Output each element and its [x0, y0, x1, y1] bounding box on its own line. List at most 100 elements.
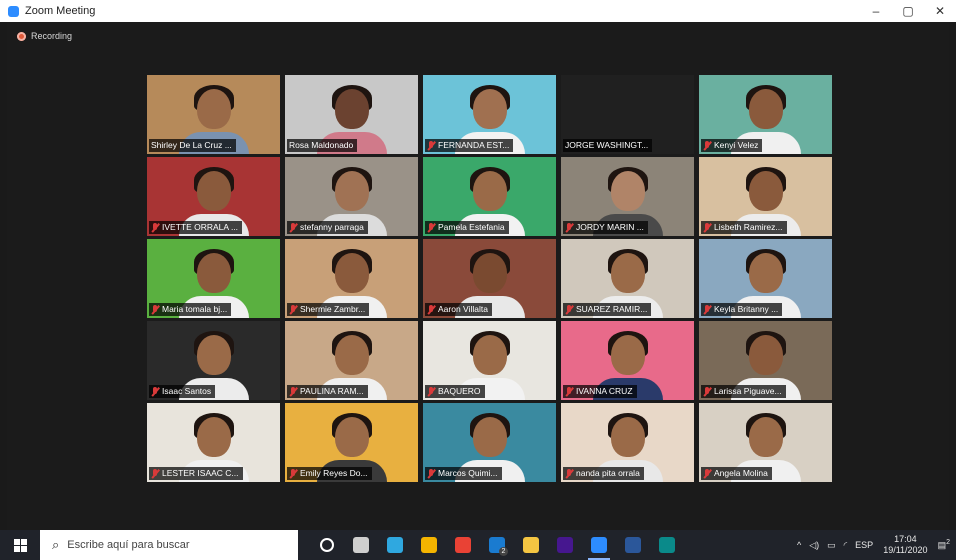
participant-tile[interactable]: Shirley De La Cruz ... [147, 75, 280, 154]
participant-tile[interactable]: Aaron Villalta [423, 239, 556, 318]
edge-icon[interactable] [378, 530, 412, 560]
participant-tile[interactable]: BAQUERO [423, 321, 556, 400]
participant-name-label: Shermie Zambr... [287, 303, 370, 316]
word-glyph [625, 537, 641, 553]
edge-new-icon[interactable] [650, 530, 684, 560]
participant-name: Lisbeth Ramirez... [714, 222, 783, 232]
recording-indicator[interactable]: Recording [17, 31, 72, 41]
mic-muted-icon [703, 222, 711, 233]
participant-name: Shirley De La Cruz ... [151, 140, 232, 150]
participant-name: Pamela Estefania [438, 222, 505, 232]
zoom-app-icon [8, 5, 19, 17]
participant-name-label: IVANNA CRUZ [563, 385, 637, 398]
kahoot-glyph [557, 537, 573, 553]
mic-muted-icon [703, 468, 711, 479]
participant-tile[interactable]: Keyla Britanny ... [699, 239, 832, 318]
participant-tile[interactable]: IVETTE ORRALA ... [147, 157, 280, 236]
participant-face [334, 417, 369, 457]
cortana-icon[interactable] [310, 530, 344, 560]
participant-tile[interactable]: FERNANDA EST... [423, 75, 556, 154]
maximize-button[interactable]: ▢ [892, 0, 924, 22]
edge-new-glyph [659, 537, 675, 553]
mic-muted-icon [427, 386, 435, 397]
cortana-glyph [320, 538, 334, 552]
participant-name: stefanny parraga [300, 222, 364, 232]
participant-name-label: JORGE WASHINGT... [563, 139, 653, 152]
participant-name: nanda pita orrala [576, 468, 640, 478]
participant-face [472, 171, 507, 211]
participant-name: Aaron Villalta [438, 304, 488, 314]
store-icon[interactable] [412, 530, 446, 560]
mail-icon[interactable]: 2 [480, 530, 514, 560]
participant-face [610, 171, 645, 211]
start-button[interactable] [0, 530, 40, 560]
kahoot-icon[interactable] [548, 530, 582, 560]
word-icon[interactable] [616, 530, 650, 560]
participant-face [472, 89, 507, 129]
battery-icon[interactable]: ▭ [827, 540, 836, 551]
participant-name: LESTER ISAAC C... [162, 468, 239, 478]
windows-icon [13, 538, 27, 552]
mic-muted-icon [427, 140, 435, 151]
edge-glyph [387, 537, 403, 553]
participant-tile[interactable]: JORDY MARIN ... [561, 157, 694, 236]
participant-tile[interactable]: Angela Molina [699, 403, 832, 482]
store-glyph [421, 537, 437, 553]
participant-tile[interactable]: Shermie Zambr... [285, 239, 418, 318]
participant-tile[interactable]: stefanny parraga [285, 157, 418, 236]
participant-name: Rosa Maldonado [289, 140, 354, 150]
zoom-glyph [591, 537, 607, 553]
folder-icon[interactable] [514, 530, 548, 560]
participant-name-label: SUAREZ RAMIR... [563, 303, 652, 316]
participant-tile[interactable]: nanda pita orrala [561, 403, 694, 482]
chrome-icon[interactable] [446, 530, 480, 560]
participant-face [748, 171, 783, 211]
participant-name-label: Aaron Villalta [425, 303, 492, 316]
participant-face [748, 417, 783, 457]
zoom-icon[interactable] [582, 530, 616, 560]
taskbar-search[interactable]: ⌕ Escribe aquí para buscar [40, 530, 298, 560]
participant-face [334, 253, 369, 293]
wifi-icon[interactable]: ◜ [844, 540, 848, 551]
language-indicator[interactable]: ESP [855, 540, 873, 550]
participant-tile[interactable]: PAULINA RAM... [285, 321, 418, 400]
participant-tile[interactable]: JORGE WASHINGT... [561, 75, 694, 154]
search-placeholder: Escribe aquí para buscar [67, 539, 190, 551]
search-icon: ⌕ [52, 537, 60, 552]
participant-tile[interactable]: Marcos Quimi... [423, 403, 556, 482]
participant-tile[interactable]: Rosa Maldonado [285, 75, 418, 154]
participant-name-label: BAQUERO [425, 385, 485, 398]
participant-tile[interactable]: LESTER ISAAC C... [147, 403, 280, 482]
participant-tile[interactable]: Larissa Piguave... [699, 321, 832, 400]
close-button[interactable]: ✕ [924, 0, 956, 22]
system-tray: ^ ◁) ▭ ◜ ESP 17:04 19/11/2020 ▤2 [793, 530, 956, 560]
participant-face [748, 89, 783, 129]
participant-face [334, 335, 369, 375]
task-view-icon[interactable] [344, 530, 378, 560]
participant-tile[interactable]: Isaac Santos [147, 321, 280, 400]
participant-face [334, 171, 369, 211]
participant-tile[interactable]: IVANNA CRUZ [561, 321, 694, 400]
clock[interactable]: 17:04 19/11/2020 [883, 534, 927, 556]
participant-name: Emily Reyes Do... [300, 468, 368, 478]
notifications-icon[interactable]: ▤2 [938, 539, 950, 551]
participant-tile[interactable]: Pamela Estefania [423, 157, 556, 236]
mic-muted-icon [151, 304, 159, 315]
clock-time: 17:04 [894, 534, 917, 544]
participant-name: PAULINA RAM... [300, 386, 364, 396]
participant-tile[interactable]: SUAREZ RAMIR... [561, 239, 694, 318]
participant-name: Keyla Britanny ... [714, 304, 779, 314]
minimize-button[interactable]: – [860, 0, 892, 22]
participant-tile[interactable]: Emily Reyes Do... [285, 403, 418, 482]
participant-tile[interactable]: Kenyi Velez [699, 75, 832, 154]
mic-muted-icon [703, 304, 711, 315]
participant-name: BAQUERO [438, 386, 481, 396]
clock-date: 19/11/2020 [883, 545, 928, 555]
mic-muted-icon [151, 222, 159, 233]
participant-tile[interactable]: Maria tomala bj... [147, 239, 280, 318]
volume-icon[interactable]: ◁) [809, 540, 819, 551]
participant-name: SUAREZ RAMIR... [576, 304, 648, 314]
participant-tile[interactable]: Lisbeth Ramirez... [699, 157, 832, 236]
participant-name-label: Marcos Quimi... [425, 467, 502, 480]
chevron-up-icon[interactable]: ^ [797, 540, 801, 550]
